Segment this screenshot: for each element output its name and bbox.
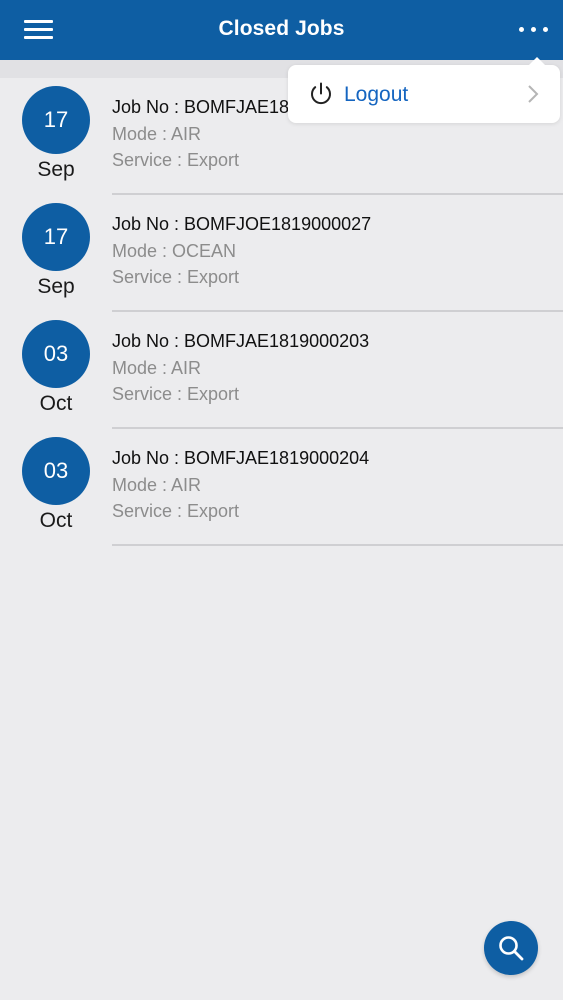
job-list-item[interactable]: 03 Oct Job No : BOMFJAE1819000204 Mode :… xyxy=(0,429,563,546)
logout-menu-item[interactable]: Logout xyxy=(288,57,560,123)
job-list-item[interactable]: 03 Oct Job No : BOMFJAE1819000203 Mode :… xyxy=(0,312,563,429)
job-service: Service : Export xyxy=(112,150,240,170)
more-dot xyxy=(519,27,524,32)
more-horizontal-icon[interactable] xyxy=(515,14,555,46)
app-bar: Closed Jobs xyxy=(0,0,563,60)
list-divider xyxy=(112,544,563,546)
date-badge-day: 03 xyxy=(22,320,90,388)
date-month: Sep xyxy=(37,275,75,298)
job-service: Service : Export xyxy=(112,384,240,404)
job-list: 17 Sep Job No : BOMFJAE1819000XXX Mode :… xyxy=(0,78,563,546)
date-badge-day: 17 xyxy=(22,203,90,271)
date-badge-day: 03 xyxy=(22,437,90,505)
job-mode: Mode : OCEAN xyxy=(112,241,237,261)
date-month: Oct xyxy=(39,392,73,415)
chevron-right-icon xyxy=(528,85,539,103)
date-month: Sep xyxy=(37,158,75,181)
logout-label: Logout xyxy=(344,83,409,106)
more-dot xyxy=(531,27,536,32)
job-number: Job No : BOMFJAE1819000203 xyxy=(112,331,370,351)
date-month: Oct xyxy=(39,509,73,532)
search-icon xyxy=(499,936,524,961)
job-mode: Mode : AIR xyxy=(112,124,202,144)
job-list-item[interactable]: 17 Sep Job No : BOMFJOE1819000027 Mode :… xyxy=(0,195,563,312)
job-service: Service : Export xyxy=(112,501,240,521)
search-button[interactable] xyxy=(484,921,538,975)
power-icon xyxy=(311,82,331,105)
page-title: Closed Jobs xyxy=(218,17,345,40)
job-service: Service : Export xyxy=(112,267,240,287)
job-number: Job No : BOMFJAE1819000204 xyxy=(112,448,370,468)
date-badge-day: 17 xyxy=(22,86,90,154)
dropdown-pointer xyxy=(528,57,546,66)
job-mode: Mode : AIR xyxy=(112,358,202,378)
job-number: Job No : BOMFJOE1819000027 xyxy=(112,214,372,234)
job-mode: Mode : AIR xyxy=(112,475,202,495)
more-dot xyxy=(543,27,548,32)
